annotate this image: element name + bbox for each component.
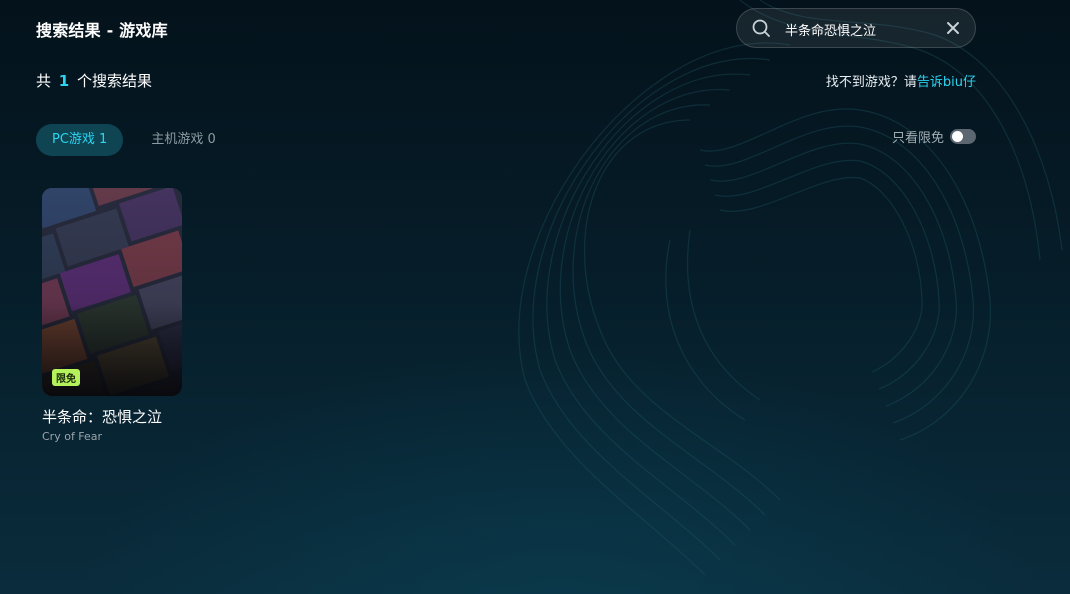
toggle-knob <box>952 130 963 142</box>
close-icon[interactable] <box>945 20 961 36</box>
search-icon[interactable] <box>751 18 771 38</box>
search-input[interactable] <box>785 18 935 40</box>
result-count-number: 1 <box>58 72 70 90</box>
result-count-suffix: 个搜索结果 <box>77 72 153 90</box>
feedback-prompt: 找不到游戏？请告诉biu仔 <box>826 71 976 90</box>
search-box[interactable] <box>736 8 976 48</box>
tab-pc-games[interactable]: PC游戏 1 <box>36 124 124 156</box>
free-only-filter: 只看限免 <box>891 127 976 146</box>
free-only-label: 只看限免 <box>891 130 944 146</box>
page-title: 搜索结果 - 游戏库 <box>36 21 168 40</box>
tab-console-games[interactable]: 主机游戏 0 <box>135 124 231 156</box>
free-only-toggle[interactable] <box>950 128 976 144</box>
feedback-text: 找不到游戏？请 <box>825 75 917 90</box>
game-cover-image[interactable]: 限免 <box>42 188 182 396</box>
platform-tabs: PC游戏 1 主机游戏 0 <box>36 124 232 156</box>
feedback-link[interactable]: 告诉biu仔 <box>917 75 976 90</box>
game-title[interactable]: 半条命：恐惧之泣 <box>42 406 182 427</box>
cover-artwork <box>42 188 182 396</box>
free-badge: 限免 <box>52 369 80 386</box>
game-card[interactable]: 限免 半条命：恐惧之泣 Cry of Fear <box>42 188 182 443</box>
game-subtitle: Cry of Fear <box>42 430 103 443</box>
result-count: 共 1 个搜索结果 <box>36 70 152 91</box>
result-count-prefix: 共 <box>36 72 52 90</box>
